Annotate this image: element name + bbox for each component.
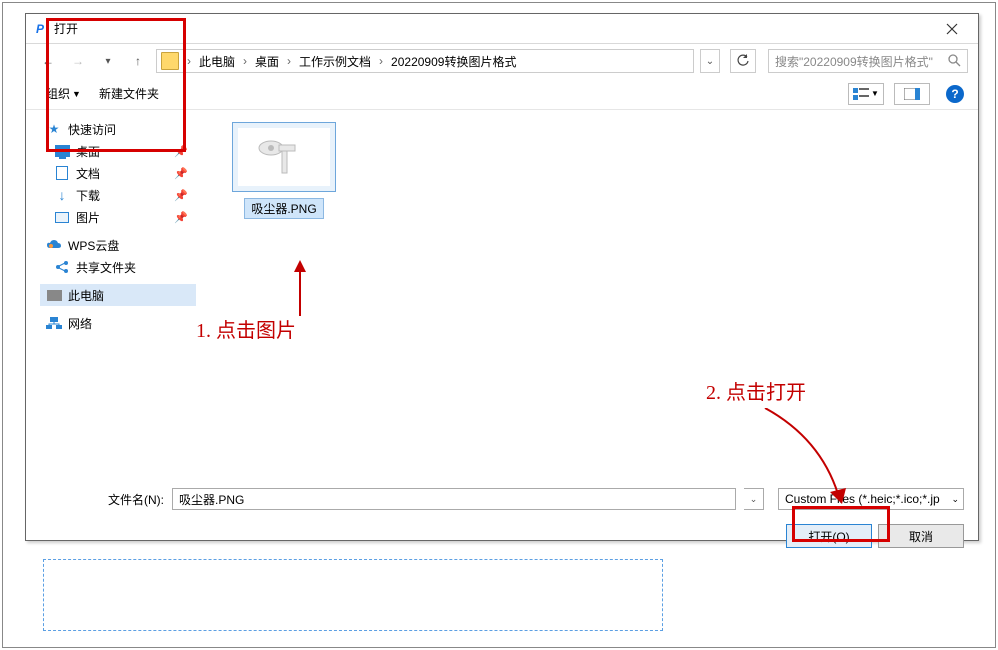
file-thumbnail: [238, 128, 330, 186]
annotation-highlight-file: [46, 18, 186, 152]
search-input[interactable]: 搜索"20220909转换图片格式": [768, 49, 968, 73]
sidebar-item-label: 此电脑: [68, 287, 104, 304]
pin-icon: 📌: [174, 189, 188, 202]
annotation-arrow-2: [760, 408, 850, 508]
drop-zone-outline: [43, 559, 663, 631]
breadcrumb-dropdown[interactable]: ⌄: [700, 49, 720, 73]
cloud-icon: [46, 237, 62, 253]
cancel-button[interactable]: 取消: [878, 524, 964, 548]
refresh-icon: [736, 54, 750, 68]
annotation-arrow-1: [290, 260, 310, 316]
search-placeholder: 搜索"20220909转换图片格式": [775, 53, 933, 70]
search-icon: [947, 53, 961, 67]
document-icon: [54, 165, 70, 181]
annotation-text-2: 2. 点击打开: [706, 376, 806, 405]
sidebar-downloads[interactable]: ↓ 下载 📌: [40, 184, 196, 206]
view-preview-button[interactable]: [894, 83, 930, 105]
filename-input[interactable]: [172, 488, 736, 510]
file-list-area[interactable]: 吸尘器.PNG: [196, 110, 978, 478]
close-icon: [946, 23, 958, 35]
chevron-right-icon: ›: [283, 54, 295, 68]
file-item[interactable]: 吸尘器.PNG: [224, 122, 344, 219]
network-icon: [46, 315, 62, 331]
sidebar-wps[interactable]: WPS云盘: [40, 234, 196, 256]
sidebar-item-label: 网络: [68, 315, 92, 332]
sidebar-shared[interactable]: 共享文件夹: [40, 256, 196, 278]
share-icon: [54, 259, 70, 275]
sidebar-documents[interactable]: 文档 📌: [40, 162, 196, 184]
chevron-down-icon: ▼: [871, 89, 879, 98]
chevron-right-icon: ›: [239, 54, 251, 68]
sidebar-item-label: 下载: [76, 187, 100, 204]
pin-icon: 📌: [174, 167, 188, 180]
download-icon: ↓: [54, 187, 70, 203]
pictures-icon: [54, 209, 70, 225]
breadcrumb-item[interactable]: 20220909转换图片格式: [389, 53, 518, 70]
breadcrumb-item[interactable]: 桌面: [253, 53, 281, 70]
annotation-highlight-open: [792, 506, 890, 542]
close-button[interactable]: [932, 14, 972, 43]
file-name-label: 吸尘器.PNG: [244, 198, 323, 219]
preview-pane-icon: [904, 88, 920, 100]
breadcrumb-item[interactable]: 工作示例文档: [297, 53, 373, 70]
chevron-down-icon: ⌄: [750, 494, 758, 505]
sidebar-item-label: 共享文件夹: [76, 259, 136, 276]
sidebar-this-pc[interactable]: 此电脑: [40, 284, 196, 306]
thumbnails-icon: [853, 88, 869, 100]
help-button[interactable]: ?: [946, 85, 964, 103]
sidebar-item-label: 图片: [76, 209, 100, 226]
view-thumbnails-button[interactable]: ▼: [848, 83, 884, 105]
breadcrumb-item[interactable]: 此电脑: [197, 53, 237, 70]
breadcrumb[interactable]: › 此电脑 › 桌面 › 工作示例文档 › 20220909转换图片格式: [156, 49, 694, 73]
sidebar-item-label: 文档: [76, 165, 100, 182]
sidebar-item-label: WPS云盘: [68, 237, 119, 254]
sidebar: ★ 快速访问 桌面 📌 文档 📌 ↓ 下载 📌 图片 📌: [26, 110, 196, 478]
chevron-right-icon: ›: [375, 54, 387, 68]
pc-icon: [46, 287, 62, 303]
chevron-down-icon: ⌄: [951, 494, 959, 505]
refresh-button[interactable]: [730, 49, 756, 73]
annotation-text-1: 1. 点击图片: [196, 314, 296, 343]
cancel-button-label: 取消: [909, 528, 933, 545]
filename-label: 文件名(N):: [90, 491, 164, 508]
file-open-dialog: P 打开 ← → ▾ ↑ › 此电脑 › 桌面 › 工作示例文档 › 20220…: [25, 13, 979, 541]
sidebar-network[interactable]: 网络: [40, 312, 196, 334]
pin-icon: 📌: [174, 211, 188, 224]
sidebar-pictures[interactable]: 图片 📌: [40, 206, 196, 228]
